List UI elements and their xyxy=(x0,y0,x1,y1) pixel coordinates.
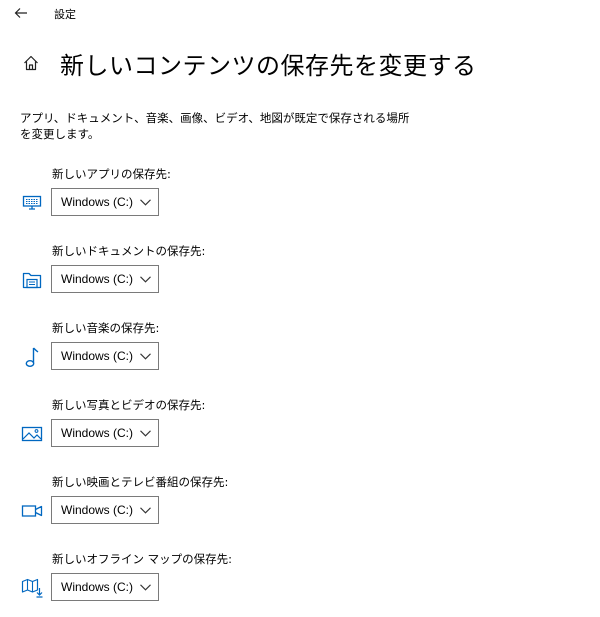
pictures-location-dropdown[interactable]: Windows (C:) xyxy=(51,419,159,447)
dropdown-value: Windows (C:) xyxy=(61,349,134,363)
chevron-down-icon xyxy=(139,505,151,515)
apps-location-dropdown[interactable]: Windows (C:) xyxy=(51,188,159,216)
offline-map-icon xyxy=(20,578,44,598)
setting-offline-maps: 新しいオフライン マップの保存先: Windows (C:) xyxy=(20,551,320,611)
chevron-down-icon xyxy=(139,582,151,592)
music-location-dropdown[interactable]: Windows (C:) xyxy=(51,342,159,370)
video-camera-icon xyxy=(20,501,44,521)
app-title: 設定 xyxy=(54,8,76,21)
dropdown-value: Windows (C:) xyxy=(61,503,134,517)
page-title: 新しいコンテンツの保存先を変更する xyxy=(60,51,477,80)
back-button[interactable] xyxy=(10,4,32,22)
setting-label: 新しいアプリの保存先: xyxy=(52,167,171,181)
page-description: アプリ、ドキュメント、音楽、画像、ビデオ、地図が既定で保存される場所を変更します… xyxy=(20,111,410,141)
documents-location-dropdown[interactable]: Windows (C:) xyxy=(51,265,159,293)
chevron-down-icon xyxy=(139,197,151,207)
home-icon[interactable] xyxy=(20,52,42,74)
setting-label: 新しい音楽の保存先: xyxy=(52,321,160,335)
title-bar: 設定 xyxy=(0,0,600,28)
dropdown-value: Windows (C:) xyxy=(61,426,134,440)
documents-folder-icon xyxy=(20,270,44,290)
page-header: 新しいコンテンツの保存先を変更する xyxy=(20,45,477,81)
setting-label: 新しいドキュメントの保存先: xyxy=(52,244,206,258)
setting-label: 新しい映画とテレビ番組の保存先: xyxy=(52,475,229,489)
chevron-down-icon xyxy=(139,274,151,284)
dropdown-value: Windows (C:) xyxy=(61,272,134,286)
picture-icon xyxy=(20,424,44,444)
setting-documents: 新しいドキュメントの保存先: Windows (C:) xyxy=(20,243,320,303)
chevron-down-icon xyxy=(139,351,151,361)
settings-window: 設定 新しいコンテンツの保存先を変更する アプリ、ドキュメント、音楽、画像、ビデ… xyxy=(0,0,600,617)
setting-apps: 新しいアプリの保存先: Windows (C:) xyxy=(20,166,320,226)
dropdown-value: Windows (C:) xyxy=(61,195,134,209)
monitor-icon xyxy=(20,193,44,213)
setting-pictures: 新しい写真とビデオの保存先: Windows (C:) xyxy=(20,397,320,457)
dropdown-value: Windows (C:) xyxy=(61,580,134,594)
movies-location-dropdown[interactable]: Windows (C:) xyxy=(51,496,159,524)
music-note-icon xyxy=(20,347,44,367)
setting-label: 新しいオフライン マップの保存先: xyxy=(52,552,233,566)
back-arrow-icon xyxy=(14,8,27,18)
setting-label: 新しい写真とビデオの保存先: xyxy=(52,398,206,412)
chevron-down-icon xyxy=(139,428,151,438)
offline-maps-location-dropdown[interactable]: Windows (C:) xyxy=(51,573,159,601)
setting-music: 新しい音楽の保存先: Windows (C:) xyxy=(20,320,320,380)
setting-movies: 新しい映画とテレビ番組の保存先: Windows (C:) xyxy=(20,474,320,534)
